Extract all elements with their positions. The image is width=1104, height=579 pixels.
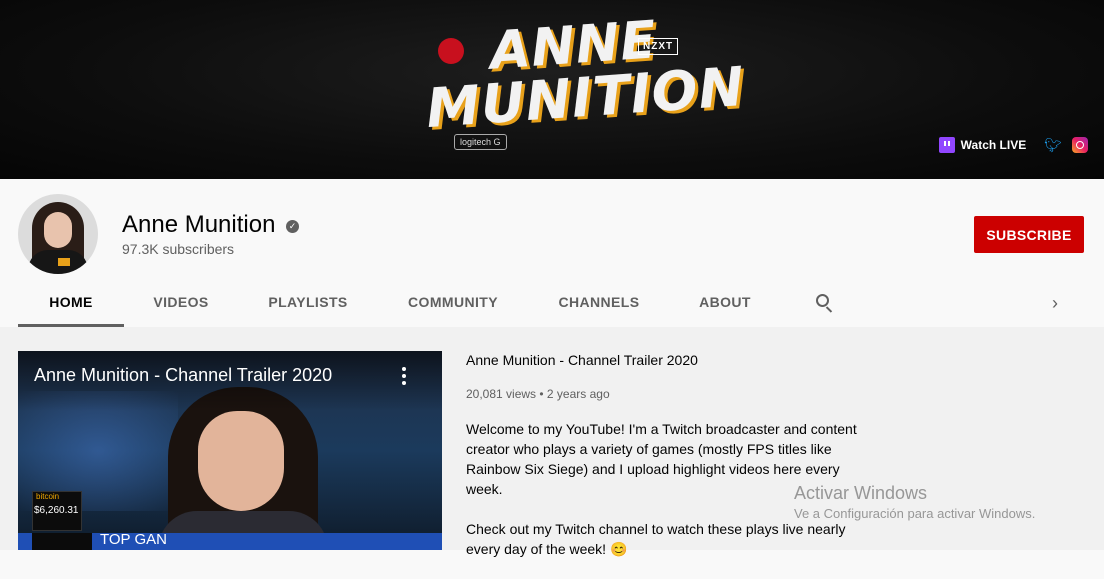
verified-icon: ✓ <box>286 220 299 233</box>
tab-community[interactable]: COMMUNITY <box>396 279 510 327</box>
bitcoin-value: $6,260.31 <box>34 505 79 516</box>
channel-banner: ANNE NZXT MUNITION logitech G Watch LIVE… <box>0 0 1104 179</box>
chevron-right-icon[interactable]: › <box>1052 293 1058 314</box>
twitter-icon[interactable]: 🐦︎ <box>1044 137 1062 154</box>
tab-home[interactable]: HOME <box>18 279 124 327</box>
view-count: 20,081 views <box>466 387 537 401</box>
featured-video-info: Anne Munition - Channel Trailer 2020 20,… <box>466 351 866 579</box>
description-paragraph-2: Check out my Twitch channel to watch the… <box>466 521 846 557</box>
featured-video-meta: 20,081 views • 2 years ago <box>466 387 610 401</box>
search-icon[interactable] <box>814 293 834 313</box>
tab-channels[interactable]: CHANNELS <box>550 279 648 327</box>
sponsor-nzxt-logo: NZXT <box>638 38 679 55</box>
banner-logo: ANNE NZXT MUNITION logitech G <box>420 10 747 154</box>
watermark-subtitle: Ve a Configuración para activar Windows. <box>794 506 1036 521</box>
sponsor-logo-red <box>438 38 464 64</box>
sponsor-logitech-logo: logitech G <box>454 134 507 150</box>
upload-age: 2 years ago <box>546 387 610 401</box>
channel-header: Anne Munition ✓ 97.3K subscribers SUBSCR… <box>0 179 1104 327</box>
watch-live-link[interactable]: Watch LIVE <box>961 138 1027 152</box>
channel-tabs: HOME VIDEOS PLAYLISTS COMMUNITY CHANNELS… <box>0 279 1104 327</box>
subscribe-button[interactable]: SUBSCRIBE <box>974 216 1084 253</box>
channel-name: Anne Munition <box>122 211 276 238</box>
tab-playlists[interactable]: PLAYLISTS <box>256 279 360 327</box>
bitcoin-label: bitcoin <box>36 492 60 501</box>
home-content: bitcoin $6,260.31 TOP GAN Anne Munition … <box>0 327 1104 557</box>
more-vert-icon[interactable] <box>402 367 408 387</box>
banner-logo-line2: MUNITION <box>424 54 747 141</box>
tab-about[interactable]: ABOUT <box>690 279 760 327</box>
news-tag <box>32 533 92 550</box>
featured-video-player[interactable]: bitcoin $6,260.31 TOP GAN Anne Munition … <box>18 351 442 550</box>
twitch-icon[interactable] <box>938 137 955 153</box>
news-lower-third-text: TOP GAN <box>100 531 167 548</box>
avatar <box>18 194 98 274</box>
instagram-icon[interactable] <box>1072 137 1088 153</box>
watermark-title: Activar Windows <box>794 483 928 503</box>
banner-links: Watch LIVE 🐦︎ <box>938 134 1088 156</box>
subscriber-count: 97.3K subscribers <box>122 241 235 257</box>
tab-videos[interactable]: VIDEOS <box>138 279 224 327</box>
player-title[interactable]: Anne Munition - Channel Trailer 2020 <box>34 365 332 386</box>
featured-video-title[interactable]: Anne Munition - Channel Trailer 2020 <box>466 351 866 369</box>
activate-windows-watermark: Activar Windows Ve a Configuración para … <box>794 483 1035 521</box>
